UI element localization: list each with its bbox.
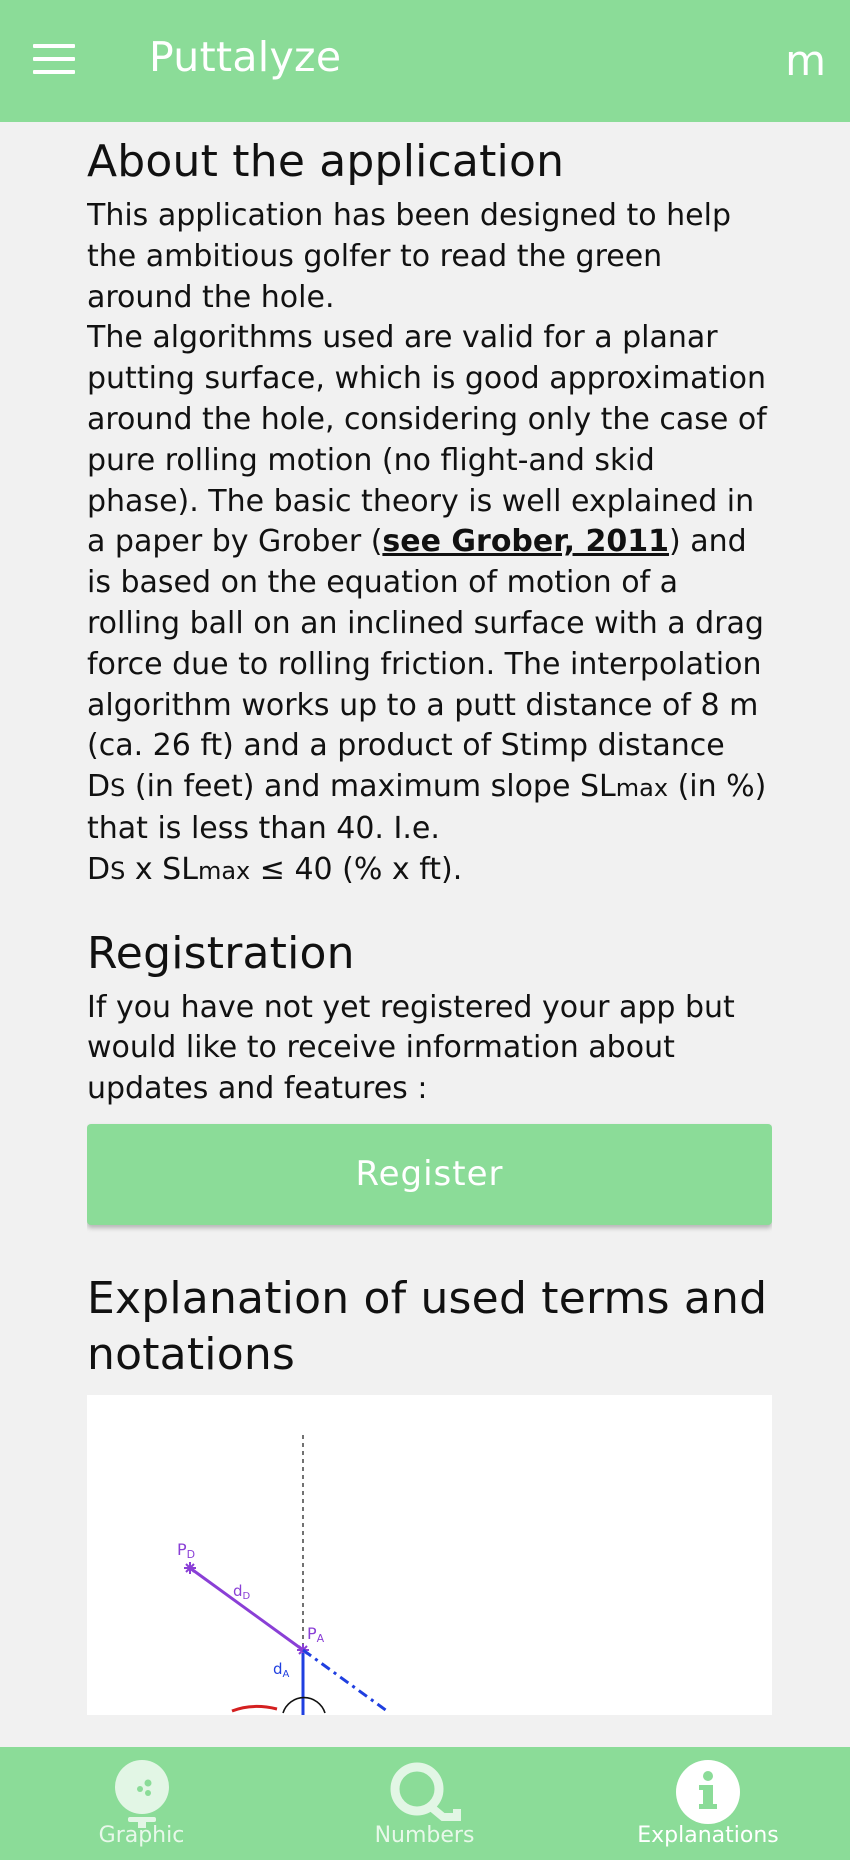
pd-label: PD [177,1540,195,1561]
bottom-navigation: Graphic Numbers Explanations [0,1747,850,1860]
magnifier-icon [390,1762,461,1821]
formula-max: max [197,856,251,885]
menu-bar [33,44,75,48]
nav-numbers-label: Numbers [374,1823,475,1848]
register-button[interactable]: Register [87,1123,772,1225]
registration-heading: Registration [87,927,355,979]
menu-bar [33,70,75,74]
about-text-2b: ) and is based on the equation of motion… [87,524,764,805]
grober-2011-link[interactable]: see Grober, 2011 [382,524,669,559]
about-paragraph-1: This application has been designed to he… [87,196,772,892]
about-text-2c: (in feet) and maximum slope SL [125,769,616,805]
dd-label: dD [233,1582,251,1602]
notation-diagram-svg: PD dD PA dA [177,1434,388,1715]
info-icon [676,1760,740,1824]
nav-numbers[interactable]: Numbers [283,1747,566,1860]
formula-end: ≤ 40 (% x ft). [250,851,463,887]
formula-x: x SL [125,851,198,887]
nav-explanations-label: Explanations [637,1823,779,1848]
formula-d: D [87,851,111,887]
app-bar: Puttalyze m [0,0,850,122]
nav-explanations[interactable]: Explanations [566,1747,850,1860]
slmax-subscript: max [615,774,669,803]
unit-toggle-button[interactable]: m [785,36,826,85]
dd-segment [189,1566,304,1652]
extension-line [302,1648,388,1713]
da-label: dA [273,1660,290,1680]
red-putt-curve [231,1704,278,1713]
about-heading: About the application [87,136,565,187]
notation-diagram: PD dD PA dA [87,1394,772,1715]
menu-bar [33,57,75,61]
nav-graphic[interactable]: Graphic [0,1747,283,1860]
nav-graphic-label: Graphic [98,1823,185,1848]
formula-s: S [110,856,126,885]
content-scroll[interactable]: About the application This application h… [87,122,772,1747]
registration-text: If you have not yet registered your app … [87,989,735,1107]
about-text-1: This application has been designed to he… [87,198,731,315]
ds-subscript: S [110,774,126,803]
golf-ball-icon [114,1760,169,1828]
app-title: Puttalyze [149,33,342,81]
hamburger-menu-icon[interactable] [33,44,75,74]
pa-label: PA [307,1624,325,1645]
explanation-heading: Explanation of used terms and notations [87,1272,768,1380]
